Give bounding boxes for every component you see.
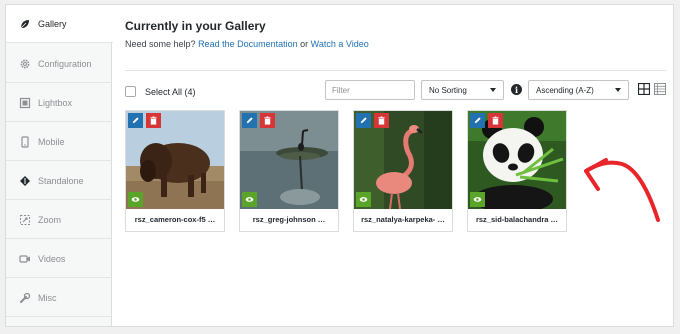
view-button[interactable] [128,192,143,207]
pencil-icon [474,117,481,124]
sidebar-item-mobile[interactable]: Mobile [6,123,112,161]
gallery-item[interactable]: rsz_cameron-cox-f5 … [125,110,225,232]
view-button[interactable] [242,192,257,207]
documentation-link[interactable]: Read the Documentation [198,39,298,49]
image-caption: rsz_greg-johnson … [252,215,326,224]
trash-icon [264,116,271,125]
zoom-icon [19,214,31,226]
image-caption: rsz_natalya-karpeka- … [361,215,445,224]
delete-button[interactable] [146,113,161,128]
sidebar-item-label: Videos [38,253,66,264]
leaf-icon [19,18,31,30]
settings-sidebar: Gallery Configuration Lightbox Mobile St… [6,5,113,326]
sidebar-item-videos[interactable]: Videos [6,240,112,278]
trash-icon [150,116,157,125]
pencil-icon [246,117,253,124]
list-view-icon[interactable] [654,83,666,95]
edit-button[interactable] [356,113,371,128]
sidebar-item-lightbox[interactable]: Lightbox [6,84,112,122]
annotation-arrow-icon [584,158,660,222]
trash-icon [492,116,499,125]
delete-button[interactable] [374,113,389,128]
select-all[interactable]: Select All (4) [125,86,196,97]
pencil-icon [360,117,367,124]
image-caption: rsz_cameron-cox-f5 … [134,215,216,224]
chevron-down-icon [615,88,621,92]
chevron-down-icon [490,88,496,92]
select-all-label: Select All (4) [145,86,196,97]
delete-button[interactable] [260,113,275,128]
eye-icon [131,197,140,202]
help-prefix: Need some help? [125,39,196,49]
filter-input[interactable] [325,80,415,100]
page-title: Currently in your Gallery [125,19,266,33]
view-button[interactable] [470,192,485,207]
gallery-item[interactable]: rsz_sid-balachandra … [467,110,567,232]
info-icon[interactable]: i [511,84,522,95]
order-value: Ascending (A-Z) [536,85,594,95]
sidebar-item-label: Mobile [38,136,65,147]
sidebar-item-label: Misc [38,292,57,303]
sidebar-item-configuration[interactable]: Configuration [6,45,112,83]
sidebar-item-label: Standalone [38,175,84,186]
sidebar-item-gallery[interactable]: Gallery [6,5,113,43]
trash-icon [378,116,385,125]
sorting-value: No Sorting [429,85,467,95]
eye-icon [359,197,368,202]
mobile-icon [19,135,31,148]
view-button[interactable] [356,192,371,207]
watch-video-link[interactable]: Watch a Video [311,39,369,49]
gallery-item[interactable]: rsz_natalya-karpeka- … [353,110,453,232]
sidebar-item-label: Configuration [38,58,92,69]
pencil-icon [132,117,139,124]
select-all-checkbox[interactable] [125,86,136,97]
sidebar-item-standalone[interactable]: Standalone [6,162,112,200]
divider [125,70,666,71]
edit-button[interactable] [470,113,485,128]
help-line: Need some help? Read the Documentation o… [125,39,369,49]
video-icon [19,253,31,265]
lightbox-icon [19,97,31,109]
eye-icon [245,197,254,202]
eye-icon [473,197,482,202]
wrench-icon [19,292,31,304]
gear-icon [19,58,31,70]
gallery-settings-panel: Gallery Configuration Lightbox Mobile St… [5,4,674,327]
sidebar-item-misc[interactable]: Misc [6,279,112,317]
image-caption: rsz_sid-balachandra … [475,215,559,224]
edit-button[interactable] [128,113,143,128]
standalone-icon [19,175,31,187]
sidebar-item-zoom[interactable]: Zoom [6,201,112,239]
help-or: or [300,39,309,49]
gallery-item[interactable]: rsz_greg-johnson … [239,110,339,232]
sorting-select[interactable]: No Sorting [421,80,504,100]
order-select[interactable]: Ascending (A-Z) [528,80,629,100]
sidebar-item-label: Lightbox [38,97,73,108]
edit-button[interactable] [242,113,257,128]
sidebar-item-label: Zoom [38,214,62,225]
grid-view-icon[interactable] [638,83,650,95]
sidebar-item-label: Gallery [38,18,67,29]
delete-button[interactable] [488,113,503,128]
